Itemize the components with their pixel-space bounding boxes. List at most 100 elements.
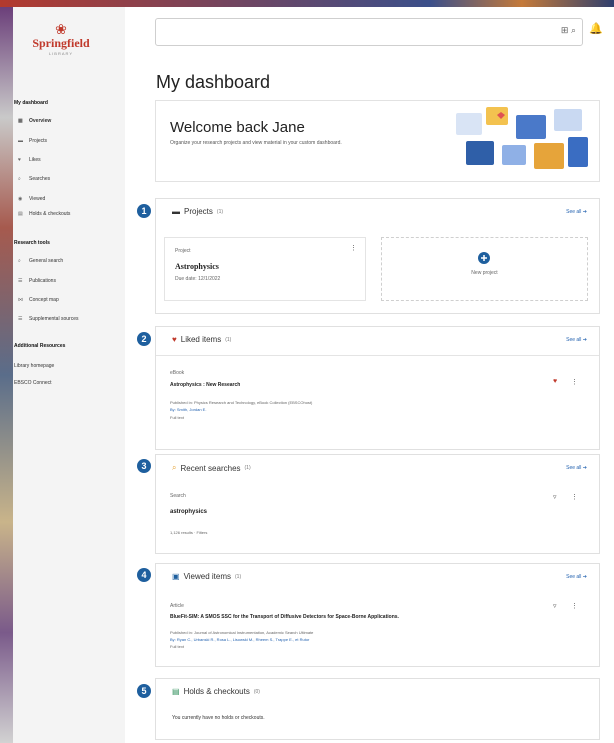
sidebar-item-label: Holds & checkouts (29, 211, 71, 217)
page-title: My dashboard (156, 72, 271, 92)
heart-icon: ♥ (18, 157, 21, 163)
grid-icon: ▦ (18, 118, 23, 124)
holds-section: ▤ Holds & checkouts (0) You currently ha… (155, 678, 600, 740)
project-meta: Due date: 12/1/2022 (175, 276, 221, 282)
more-options-icon[interactable]: ⋮ (571, 493, 578, 501)
filter-icon[interactable]: ▿ (553, 493, 557, 501)
section-count: (0) (253, 688, 260, 695)
search-icon[interactable]: ⊞ ⌕ (561, 25, 576, 36)
section-title: Projects (184, 207, 213, 216)
liked-heart-icon[interactable]: ♥ (553, 378, 557, 385)
sidebar-item-label: Searches (29, 176, 51, 182)
item-kind: eBook (170, 370, 185, 376)
sidebar-item-label: General search (29, 258, 64, 264)
ebsco-connect-link[interactable]: EBSCO Connect (14, 380, 52, 386)
searches-heading: ⌕ Recent searches (1) (172, 463, 251, 473)
filter-icon[interactable]: ▿ (553, 602, 557, 610)
list-item[interactable]: eBook Astrophysics : New Research Publis… (156, 355, 599, 448)
section-number-badge: 3 (137, 459, 151, 473)
viewed-section: ▣ Viewed items (1) See all ➔ Article Blu… (155, 563, 600, 667)
see-all-link[interactable]: See all ➔ (566, 465, 587, 471)
sidebar-item-likes[interactable]: ♥ Likes (18, 157, 41, 163)
section-number-badge: 1 (137, 204, 151, 218)
sidebar-item-supplemental[interactable]: ☰ Supplemental sources (18, 316, 78, 322)
notification-bell-icon[interactable]: 🔔 (589, 22, 603, 35)
new-project-label: New project (471, 270, 498, 276)
sidebar-item-publications[interactable]: ☰ Publications (18, 278, 56, 284)
welcome-title: Welcome back Jane (170, 119, 305, 136)
more-options-icon[interactable]: ⋮ (571, 378, 578, 386)
search-icon: ⌕ (18, 176, 21, 182)
see-all-link[interactable]: See all ➔ (566, 209, 587, 215)
eye-icon: ◉ (18, 196, 23, 202)
folder-icon: ▬ (172, 207, 180, 216)
sidebar-item-overview[interactable]: ▦ Overview (18, 118, 51, 124)
research-heading: Research tools (14, 240, 50, 246)
item-published: Published in: Physics Research and Techn… (170, 400, 313, 405)
section-title: Recent searches (180, 463, 241, 473)
sidebar-item-label: Viewed (29, 196, 46, 202)
item-extra[interactable]: Full text (170, 415, 184, 420)
logo[interactable]: ❀ Springfield LIBRARY (26, 22, 96, 56)
section-count: (1) (216, 208, 224, 215)
resources-heading: Additional Resources (14, 343, 66, 349)
section-title: Viewed items (183, 572, 231, 581)
section-number-badge: 4 (137, 568, 151, 582)
map-icon: ⋈ (18, 297, 23, 303)
welcome-text: Organize your research projects and view… (170, 140, 342, 146)
holds-empty-message: You currently have no holds or checkouts… (172, 715, 265, 721)
see-all-link[interactable]: See all ➔ (566, 574, 587, 580)
more-options-icon[interactable]: ⋮ (350, 244, 357, 252)
holds-heading: ▤ Holds & checkouts (0) (172, 687, 260, 696)
search-query[interactable]: astrophysics (170, 509, 207, 515)
library-homepage-link[interactable]: Library homepage (14, 363, 54, 369)
more-options-icon[interactable]: ⋮ (571, 602, 578, 610)
sidebar-heading: My dashboard (14, 100, 48, 106)
liked-section: ♥ Liked items (1) See all ➔ eBook Astrop… (155, 326, 600, 450)
sidebar-item-label: Supplemental sources (29, 316, 79, 322)
section-number-badge: 5 (137, 684, 151, 698)
logo-name: Springfield (32, 36, 90, 50)
project-name: Astrophysics (175, 262, 219, 271)
list-icon: ☰ (18, 278, 23, 284)
section-number-badge: 2 (137, 332, 151, 346)
sidebar-item-concept-map[interactable]: ⋈ Concept map (18, 297, 59, 303)
liked-heading: ♥ Liked items (1) (172, 335, 231, 344)
list-icon: ☰ (18, 316, 23, 322)
item-title[interactable]: Astrophysics : New Research (170, 382, 240, 388)
item-extra[interactable]: Full text (170, 644, 184, 649)
item-kind: Article (170, 603, 184, 609)
project-card[interactable]: Project Astrophysics Due date: 12/1/2022… (164, 237, 366, 301)
logo-mark-icon: ❀ (55, 21, 67, 37)
sidebar-item-holds[interactable]: ▤ Holds & checkouts (18, 211, 70, 217)
logo-sub: LIBRARY (48, 51, 74, 56)
top-banner (0, 0, 614, 7)
sidebar-item-label: Concept map (29, 297, 59, 303)
section-title: Holds & checkouts (183, 687, 250, 696)
search-icon: ⌕ (18, 258, 21, 264)
item-authors[interactable]: By: Ryan C., Urbanski R., Rosa L., Lisow… (170, 637, 309, 642)
folders-illustration-icon (456, 107, 588, 169)
sidebar-item-viewed[interactable]: ◉ Viewed (18, 196, 45, 202)
item-kind: Search (170, 493, 186, 499)
see-all-link[interactable]: See all ➔ (566, 337, 587, 343)
item-published: Published in: Journal of Astronomical In… (170, 630, 314, 635)
sidebar-item-label: Likes (29, 157, 41, 163)
project-kicker: Project (175, 248, 191, 254)
new-project-card[interactable]: New project (381, 237, 588, 301)
section-count: (1) (225, 336, 232, 343)
sidebar-item-searches[interactable]: ⌕ Searches (18, 176, 50, 182)
book-icon: ▤ (18, 211, 23, 217)
item-title[interactable]: BlueFit-SIM: A SMOS SSC for the Transpor… (170, 614, 540, 620)
sidebar-item-projects[interactable]: ▬ Projects (18, 138, 47, 144)
sidebar-item-general-search[interactable]: ⌕ General search (18, 258, 63, 264)
sidebar-item-label: Projects (29, 138, 48, 144)
viewed-heading: ▣ Viewed items (1) (172, 572, 241, 581)
projects-heading: ▬ Projects (1) (172, 207, 223, 216)
search-meta: 1,126 results · Filters (170, 530, 208, 535)
item-authors[interactable]: By: Smith, Jordan E. (170, 407, 206, 412)
heart-icon: ♥ (172, 335, 177, 344)
document-icon: ▣ (172, 572, 180, 581)
background-strip (0, 7, 13, 743)
search-input[interactable]: ⊞ ⌕ (155, 18, 583, 46)
